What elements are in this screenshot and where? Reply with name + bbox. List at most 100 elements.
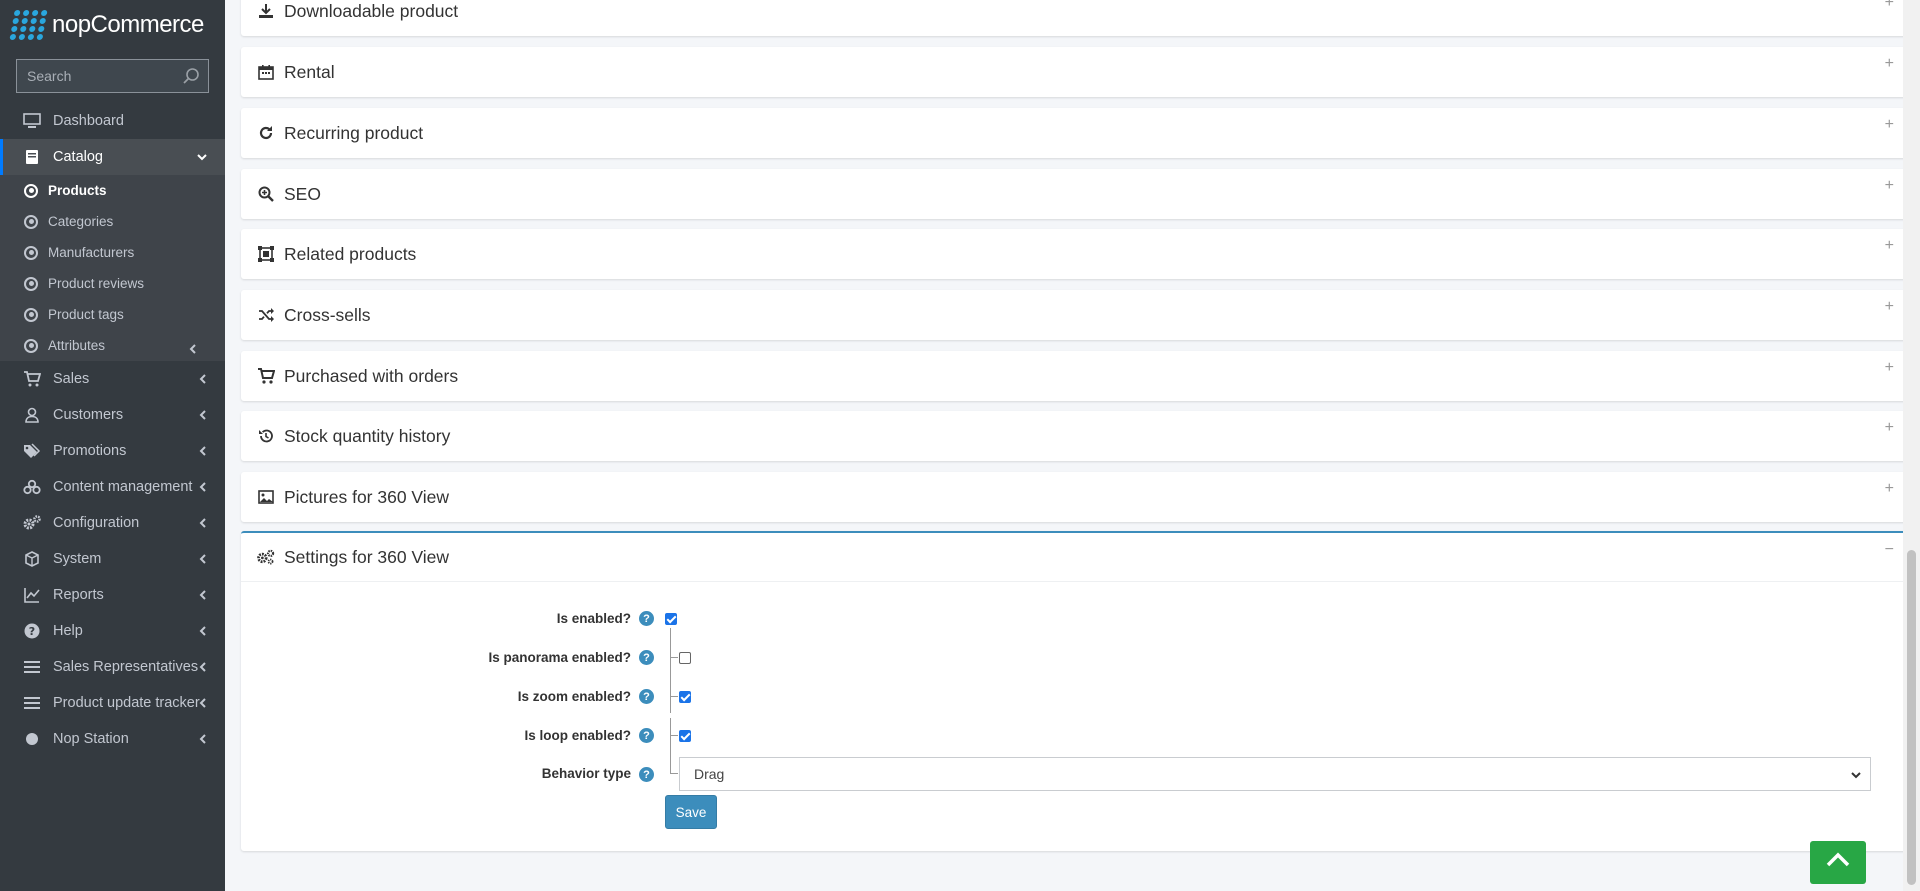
chevron-left-icon bbox=[199, 660, 207, 676]
panel-header[interactable]: Downloadable product + bbox=[241, 0, 1910, 36]
search-input[interactable] bbox=[17, 60, 177, 92]
cube-icon bbox=[22, 549, 42, 569]
panel-downloadable-product: Downloadable product + bbox=[241, 0, 1910, 36]
book-icon bbox=[22, 147, 42, 167]
panel-header[interactable]: Related products + bbox=[241, 229, 1910, 279]
help-icon[interactable]: ? bbox=[639, 767, 654, 782]
main-content: Downloadable product + Rental + Recurrin… bbox=[225, 0, 1920, 891]
help-icon[interactable]: ? bbox=[639, 650, 654, 665]
plus-icon[interactable]: + bbox=[1885, 480, 1894, 498]
sidebar-item-nop-station[interactable]: Nop Station bbox=[0, 721, 225, 757]
plus-icon[interactable]: + bbox=[1885, 237, 1894, 255]
gears-icon bbox=[256, 547, 276, 567]
sidebar-item-sales-representatives[interactable]: Sales Representatives bbox=[0, 649, 225, 685]
tree-connector bbox=[670, 628, 671, 713]
cubes-icon bbox=[22, 477, 42, 497]
object-group-icon bbox=[256, 244, 276, 264]
panel-title: Settings for 360 View bbox=[284, 546, 450, 567]
sidebar-item-label: Reports bbox=[53, 587, 104, 603]
sidebar-item-reports[interactable]: Reports bbox=[0, 577, 225, 613]
field-label-is-panorama-enabled: Is panorama enabled? bbox=[488, 650, 631, 665]
catalog-submenu: Products Categories Manufacturers Produc… bbox=[0, 175, 225, 361]
dot-circle-icon bbox=[24, 183, 38, 198]
sidebar-item-help[interactable]: ? Help bbox=[0, 613, 225, 649]
sidebar-subitem-attributes[interactable]: Attributes bbox=[0, 330, 225, 361]
plus-icon[interactable]: + bbox=[1885, 116, 1894, 134]
plus-icon[interactable]: + bbox=[1885, 177, 1894, 195]
panel-header[interactable]: Pictures for 360 View + bbox=[241, 472, 1910, 522]
sidebar-nav: Dashboard Catalog Products Categories Ma bbox=[0, 103, 225, 757]
bars-icon bbox=[22, 657, 42, 677]
panel-header[interactable]: Purchased with orders + bbox=[241, 351, 1910, 401]
panel-header[interactable]: Settings for 360 View − bbox=[241, 533, 1910, 582]
sidebar-item-dashboard[interactable]: Dashboard bbox=[0, 103, 225, 139]
subitem-label: Manufacturers bbox=[48, 245, 135, 260]
sidebar-subitem-categories[interactable]: Categories bbox=[0, 206, 225, 237]
plus-icon[interactable]: + bbox=[1885, 298, 1894, 316]
vertical-scrollbar[interactable] bbox=[1903, 0, 1920, 891]
sidebar-item-customers[interactable]: Customers bbox=[0, 397, 225, 433]
panel-title: Recurring product bbox=[284, 122, 424, 143]
help-icon[interactable]: ? bbox=[639, 728, 654, 743]
panel-title: Cross-sells bbox=[284, 304, 371, 325]
plus-icon[interactable]: + bbox=[1885, 359, 1894, 377]
scroll-to-top-button[interactable] bbox=[1810, 841, 1866, 884]
select-value: Drag bbox=[694, 766, 725, 782]
panel-settings-360-view: Settings for 360 View − Is enabled? ? Is… bbox=[241, 531, 1910, 851]
subitem-label: Products bbox=[48, 183, 107, 198]
sidebar-subitem-product-reviews[interactable]: Product reviews bbox=[0, 268, 225, 299]
sidebar-item-sales[interactable]: Sales bbox=[0, 361, 225, 397]
chevron-down-icon bbox=[1850, 768, 1862, 784]
search-plus-icon bbox=[256, 184, 276, 204]
tree-connector bbox=[670, 718, 671, 773]
search-icon[interactable] bbox=[182, 67, 200, 90]
plus-icon[interactable]: + bbox=[1885, 55, 1894, 73]
panel-header[interactable]: Rental + bbox=[241, 47, 1910, 97]
help-icon[interactable]: ? bbox=[639, 689, 654, 704]
sidebar-item-configuration[interactable]: Configuration bbox=[0, 505, 225, 541]
chevron-left-icon bbox=[199, 444, 207, 460]
save-button[interactable]: Save bbox=[665, 795, 717, 829]
dot-circle-icon bbox=[24, 214, 38, 229]
is-zoom-enabled-checkbox[interactable] bbox=[679, 691, 691, 703]
sidebar-item-product-update-tracker[interactable]: Product update tracker bbox=[0, 685, 225, 721]
subitem-label: Categories bbox=[48, 214, 114, 229]
panel-header[interactable]: Cross-sells + bbox=[241, 290, 1910, 340]
plus-icon[interactable]: + bbox=[1885, 419, 1894, 437]
sidebar-item-content-management[interactable]: Content management bbox=[0, 469, 225, 505]
brand-logo[interactable]: nopCommerce bbox=[0, 0, 225, 50]
field-label-behavior-type: Behavior type bbox=[541, 766, 631, 781]
sidebar-item-label: Configuration bbox=[53, 515, 140, 531]
sidebar-item-system[interactable]: System bbox=[0, 541, 225, 577]
behavior-type-select[interactable]: Drag bbox=[679, 757, 1871, 791]
sidebar-item-promotions[interactable]: Promotions bbox=[0, 433, 225, 469]
minus-icon[interactable]: − bbox=[1885, 541, 1894, 559]
panel-recurring-product: Recurring product + bbox=[241, 108, 1910, 158]
is-loop-enabled-checkbox[interactable] bbox=[679, 730, 691, 742]
panel-header[interactable]: Recurring product + bbox=[241, 108, 1910, 158]
sidebar-subitem-product-tags[interactable]: Product tags bbox=[0, 299, 225, 330]
sidebar: nopCommerce Dashboard Catalog Pr bbox=[0, 0, 225, 891]
bars-icon bbox=[22, 693, 42, 713]
panel-title: Downloadable product bbox=[284, 0, 459, 21]
sidebar-subitem-manufacturers[interactable]: Manufacturers bbox=[0, 237, 225, 268]
scrollbar-thumb[interactable] bbox=[1907, 550, 1916, 885]
panel-header[interactable]: Stock quantity history + bbox=[241, 411, 1910, 461]
chevron-left-icon bbox=[199, 516, 207, 532]
sidebar-item-catalog[interactable]: Catalog bbox=[0, 139, 225, 175]
sidebar-item-label: Nop Station bbox=[53, 731, 129, 747]
help-icon[interactable]: ? bbox=[639, 611, 654, 626]
plus-icon[interactable]: + bbox=[1885, 0, 1894, 12]
is-enabled-checkbox[interactable] bbox=[665, 613, 677, 625]
is-panorama-enabled-checkbox[interactable] bbox=[679, 652, 691, 664]
image-icon bbox=[256, 487, 276, 507]
sidebar-subitem-products[interactable]: Products bbox=[0, 175, 225, 206]
history-icon bbox=[256, 426, 276, 446]
panel-title: SEO bbox=[284, 183, 321, 204]
sidebar-item-label: System bbox=[53, 551, 102, 567]
dot-circle-icon bbox=[24, 245, 38, 260]
chevron-left-icon bbox=[199, 732, 207, 748]
subitem-label: Product reviews bbox=[48, 276, 145, 291]
chevron-left-icon bbox=[189, 342, 197, 357]
panel-header[interactable]: SEO + bbox=[241, 169, 1910, 219]
